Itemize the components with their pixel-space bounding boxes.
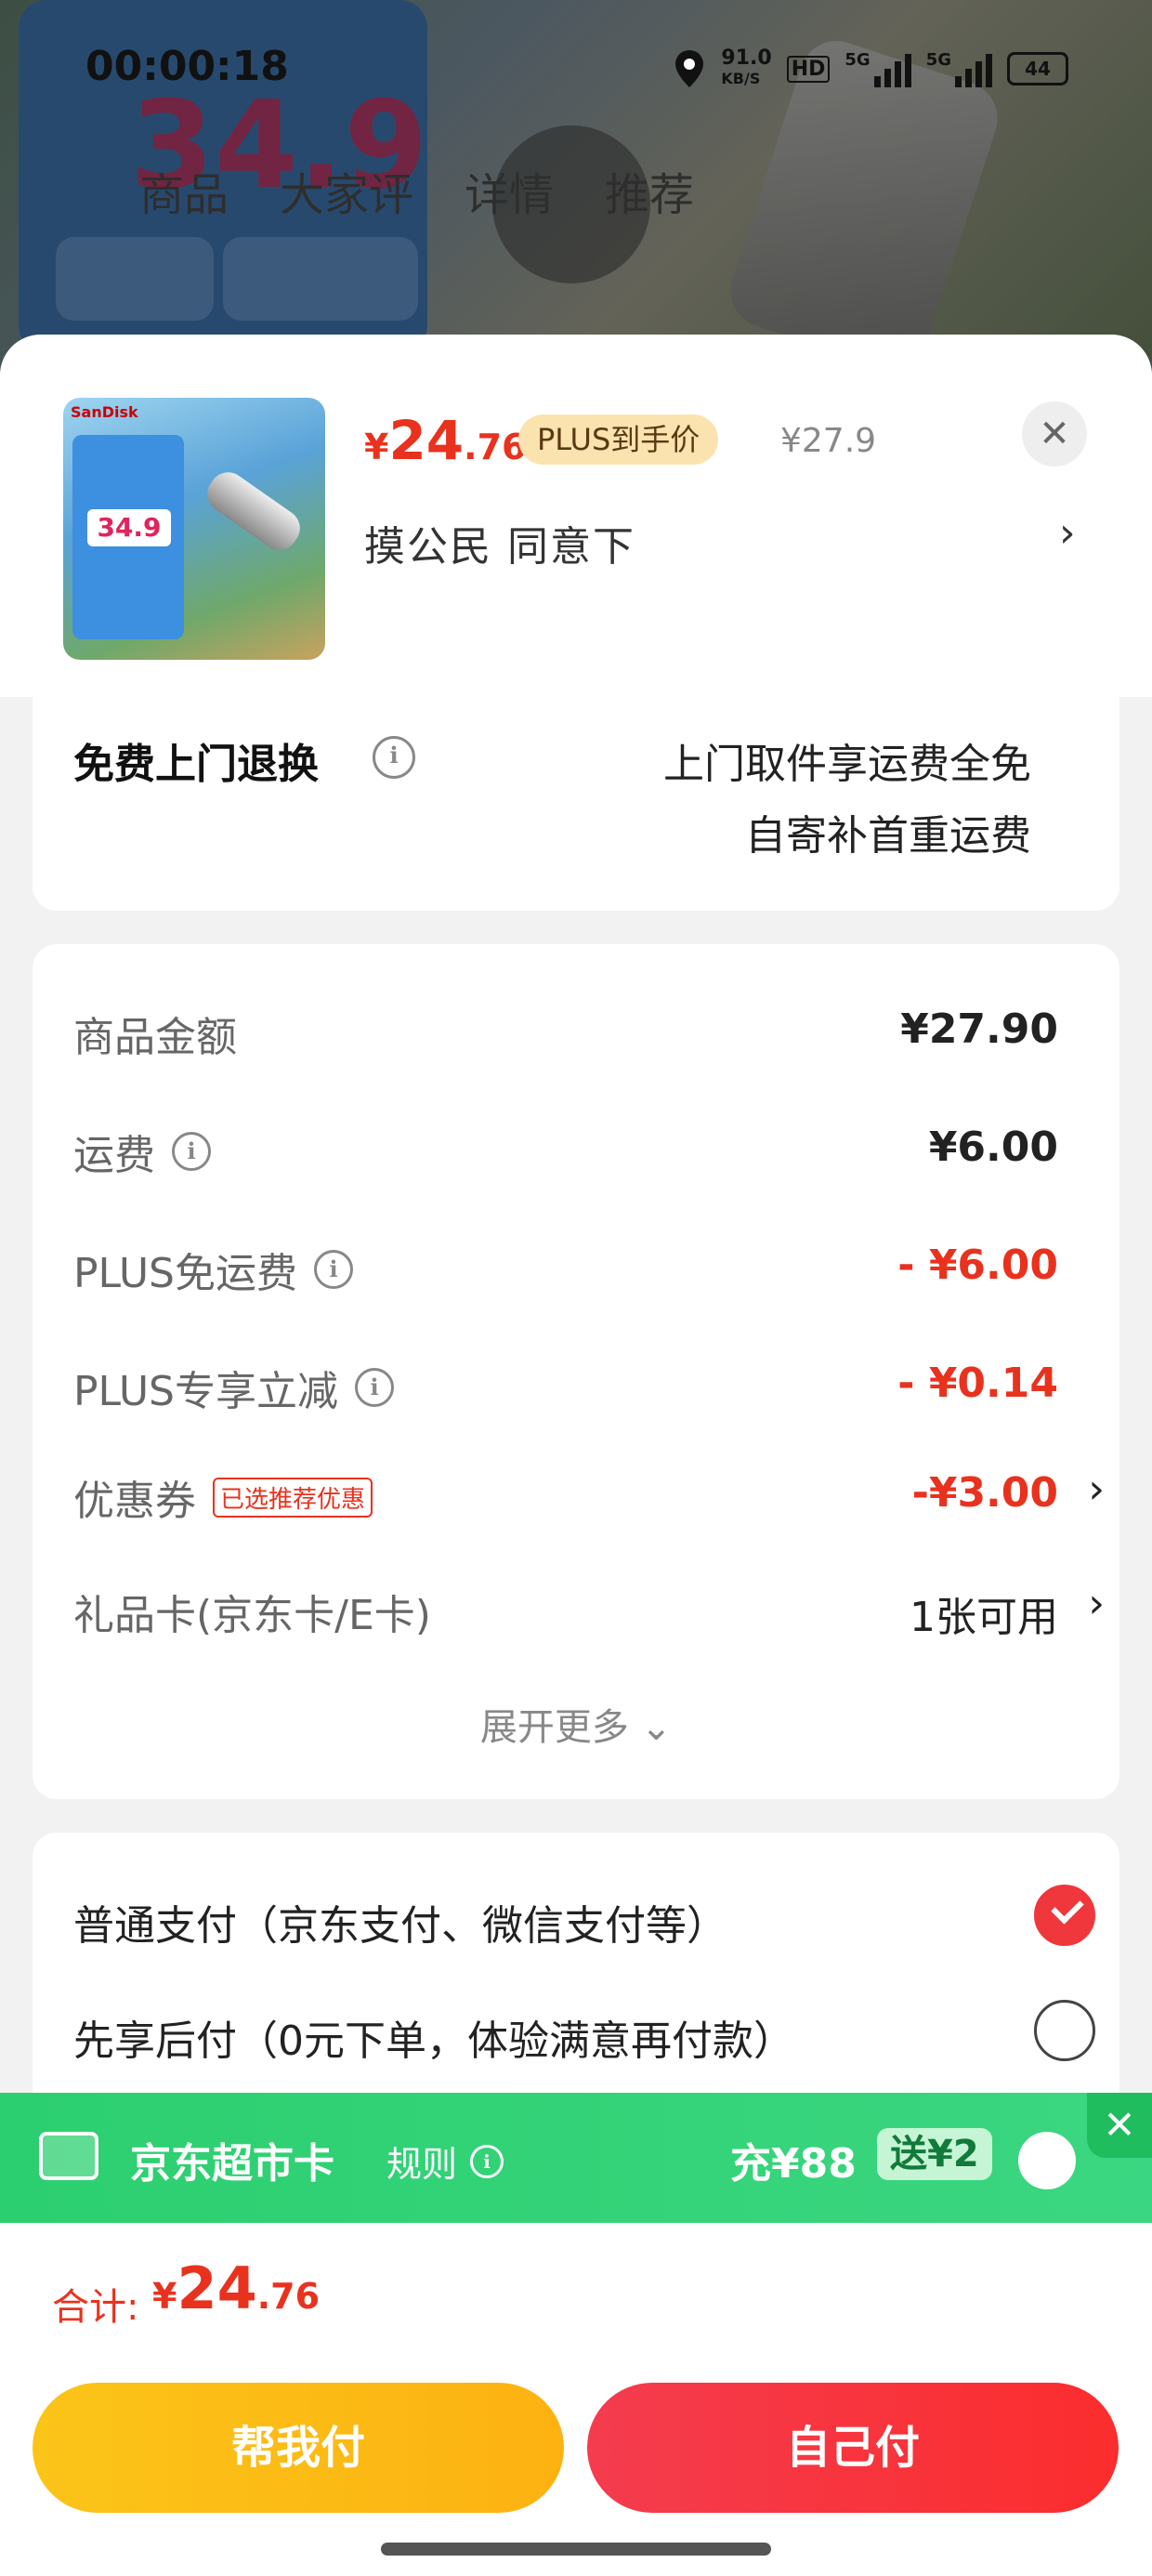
chevron-right-icon[interactable]: › — [1088, 1580, 1105, 1627]
info-icon[interactable]: i — [314, 1250, 353, 1289]
pay-myself-button[interactable]: 自己付 — [587, 2383, 1119, 2513]
promo-amount: 充¥88 — [730, 2140, 857, 2188]
original-price: ¥27.9 — [780, 422, 877, 460]
promo-title: 京东超市卡 — [130, 2140, 334, 2188]
plus-price-badge: PLUS到手价 — [518, 414, 719, 465]
free-return-title: 免费上门退换 — [73, 741, 319, 788]
status-bar: 00:00:18 91.0 KB/S HD 5G 5G 44 — [0, 37, 1152, 102]
fee-value: - ¥0.14 — [897, 1360, 1058, 1407]
close-icon[interactable]: ✕ — [1087, 2093, 1152, 2158]
fee-row-plus-discount: PLUS专享立减 i - ¥0.14 — [73, 1360, 1058, 1415]
total-bar: 合计: ¥24.76 — [0, 2223, 1152, 2368]
coupon-tag: 已选推荐优惠 — [213, 1477, 373, 1518]
total-label: 合计: — [52, 2286, 139, 2329]
fee-row-shipping: 运费 i ¥6.00 — [73, 1124, 1058, 1179]
supermarket-card-banner: 京东超市卡 规则 i 充¥88 送¥2 ✕ — [0, 2093, 1152, 2223]
status-time: 00:00:18 — [85, 43, 289, 90]
home-indicator[interactable] — [381, 2543, 771, 2556]
status-icons: 91.0 KB/S HD 5G 5G 44 — [673, 48, 1068, 89]
help-me-pay-button[interactable]: 帮我付 — [33, 2383, 564, 2513]
radio-unchecked-icon[interactable] — [1034, 2000, 1095, 2061]
promo-bonus-badge: 送¥2 — [877, 2128, 992, 2180]
thumbnail-price: 34.9 — [87, 509, 171, 546]
payment-option-normal[interactable]: 普通支付（京东支付、微信支付等） — [73, 1881, 1095, 1955]
battery-icon: 44 — [1007, 52, 1068, 85]
info-icon[interactable]: i — [172, 1132, 211, 1171]
free-return-line1: 上门取件享运费全免 — [663, 741, 1031, 788]
fee-value: 1张可用 — [910, 1594, 1058, 1641]
fee-value: ¥27.90 — [900, 1005, 1058, 1053]
thumbnail-card: 34.9 — [72, 435, 184, 639]
card-icon — [39, 2132, 98, 2180]
info-icon[interactable]: i — [355, 1368, 394, 1407]
signal-icon: 5G — [844, 50, 911, 87]
net-speed: 91.0 KB/S — [721, 46, 772, 88]
total-price: ¥24.76 — [152, 2254, 321, 2322]
payment-option-pay-later[interactable]: 先享后付（0元下单，体验满意再付款） — [73, 1996, 1095, 2070]
free-return-card: 免费上门退换 i 上门取件享运费全免 自寄补首重运费 — [33, 697, 1119, 911]
fee-row-plus-free-shipping: PLUS免运费 i - ¥6.00 — [73, 1242, 1058, 1297]
fee-summary-card: 商品金额 ¥27.90 运费 i ¥6.00 PLUS免运费 i - ¥6.00 P… — [33, 944, 1119, 1799]
promo-rule-link[interactable]: 规则 i — [386, 2136, 504, 2187]
signal-icon: 5G — [926, 50, 992, 87]
thumbnail-usb — [200, 465, 308, 558]
free-return-line2: 自寄补首重运费 — [745, 812, 1031, 860]
product-thumbnail: SanDisk 34.9 — [63, 398, 325, 660]
fee-row-gift-card[interactable]: 礼品卡(京东卡/E卡) 1张可用 › — [73, 1574, 1105, 1641]
fee-value: -¥3.00 — [911, 1469, 1058, 1517]
chevron-right-icon[interactable]: › — [1088, 1465, 1105, 1513]
location-icon — [675, 50, 704, 87]
thumbnail-brand: SanDisk — [71, 403, 138, 421]
expand-more-button[interactable]: 展开更多 ⌄ — [33, 1697, 1119, 1751]
product-spec[interactable]: 摸公民 同意下 — [364, 513, 635, 572]
chevron-down-icon: ⌄ — [640, 1706, 673, 1749]
promo-radio[interactable] — [1018, 2132, 1076, 2189]
hd-icon: HD — [786, 55, 831, 83]
fee-value: - ¥6.00 — [897, 1242, 1058, 1289]
close-icon[interactable]: ✕ — [1022, 401, 1087, 467]
fee-value: ¥6.00 — [928, 1124, 1058, 1171]
action-area: 帮我付 自己付 — [0, 2366, 1152, 2576]
product-price: ¥24.76 — [364, 409, 527, 472]
fee-row-goods: 商品金额 ¥27.90 — [73, 1005, 1058, 1061]
info-icon: i — [470, 2144, 504, 2178]
chevron-right-icon[interactable]: › — [1059, 509, 1076, 557]
product-header: SanDisk 34.9 ¥24.76 PLUS到手价 ¥27.9 ✕ 摸公民 … — [0, 335, 1152, 697]
info-icon[interactable]: i — [373, 736, 415, 779]
radio-checked-icon[interactable] — [1034, 1885, 1095, 1946]
fee-row-coupon[interactable]: 优惠券 已选推荐优惠 -¥3.00 › — [73, 1460, 1105, 1525]
